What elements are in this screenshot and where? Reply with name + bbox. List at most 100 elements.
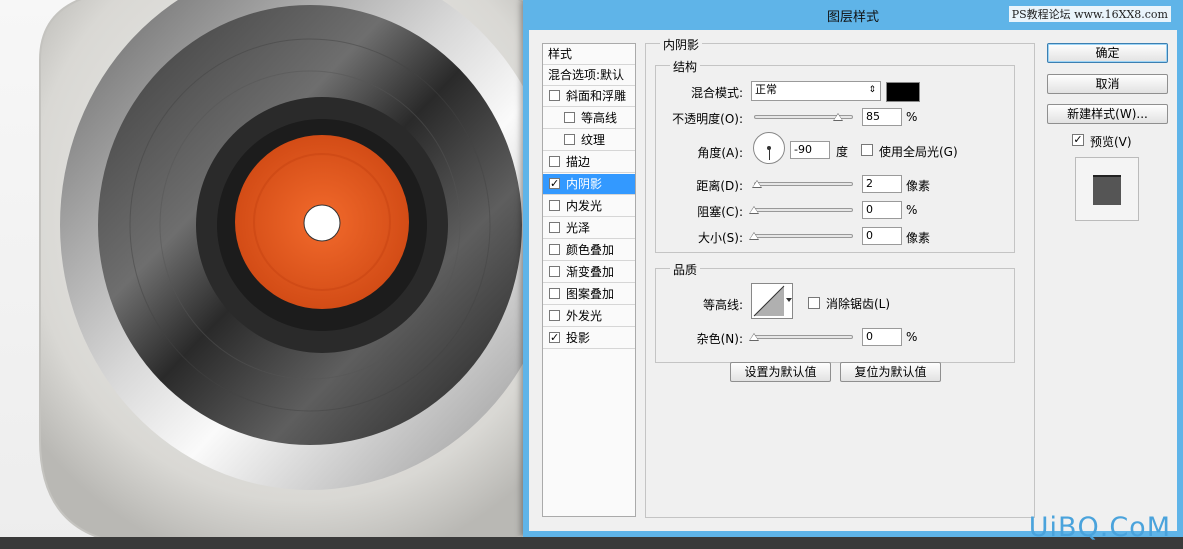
layer-style-dialog: 图层样式 PS教程论坛 www.16XX8.com 样式 混合选项:默认 斜面和… [523, 0, 1183, 537]
choke-slider-thumb[interactable] [749, 206, 759, 214]
shadow-color-swatch[interactable] [886, 82, 920, 102]
angle-label: 角度(A): [697, 146, 743, 160]
size-slider[interactable] [754, 234, 853, 238]
corner-watermark: UiBQ.CoM [1028, 512, 1171, 543]
style-item-checkbox[interactable] [549, 156, 560, 167]
style-item[interactable]: 等高线 [543, 108, 635, 129]
style-item[interactable]: ✓ 内阴影 [543, 174, 635, 195]
blend-mode-label: 混合模式: [690, 86, 743, 100]
style-item[interactable]: 图案叠加 [543, 284, 635, 305]
dialog-body: 样式 混合选项:默认 斜面和浮雕等高线纹理描边 ✓ 内阴影内发光光泽颜色叠加渐变叠加… [529, 30, 1177, 531]
checkmark-icon: ✓ [550, 177, 560, 190]
style-item[interactable]: 纹理 [543, 130, 635, 151]
contour-label: 等高线: [702, 298, 743, 312]
blend-mode-value: 正常 [755, 83, 777, 96]
style-preview-box [1075, 157, 1139, 221]
style-item-label: 等高线 [581, 111, 618, 125]
opacity-slider-thumb[interactable] [833, 113, 843, 121]
preview-checkbox[interactable]: ✓ [1072, 134, 1084, 146]
style-item-label: 投影 [566, 331, 591, 345]
style-item[interactable]: 斜面和浮雕 [543, 86, 635, 107]
style-item-label: 外发光 [566, 309, 603, 323]
style-item-checkbox[interactable]: ✓ [549, 178, 560, 189]
style-item-checkbox[interactable] [549, 266, 560, 277]
size-label: 大小(S): [697, 231, 743, 245]
angle-input[interactable]: -90 [790, 141, 830, 159]
vinyl-icon [39, 0, 530, 546]
choke-unit: % [906, 203, 918, 217]
structure-title: 结构 [670, 58, 701, 75]
style-item[interactable]: 渐变叠加 [543, 262, 635, 283]
style-item-label: 纹理 [581, 133, 606, 147]
preview-swatch [1093, 175, 1121, 205]
style-item-label: 内阴影 [566, 177, 603, 191]
checkmark-icon: ✓ [550, 331, 560, 344]
choke-input[interactable]: 0 [862, 201, 902, 219]
style-item[interactable]: ✓ 投影 [543, 328, 635, 349]
style-item-label: 图案叠加 [566, 287, 615, 301]
make-default-button[interactable]: 设置为默认值 [730, 362, 831, 382]
angle-unit: 度 [836, 145, 849, 159]
ok-button[interactable]: 确定 [1047, 43, 1168, 63]
style-item-checkbox[interactable] [549, 90, 560, 101]
style-item-label: 颜色叠加 [566, 243, 615, 257]
blend-mode-select[interactable]: 正常 ⇕ [751, 81, 881, 101]
size-slider-thumb[interactable] [749, 232, 759, 240]
style-item-label: 描边 [566, 155, 591, 169]
style-item-checkbox[interactable] [564, 134, 575, 145]
opacity-label: 不透明度(O): [672, 112, 743, 126]
style-item[interactable]: 描边 [543, 152, 635, 173]
cancel-button[interactable]: 取消 [1047, 74, 1168, 94]
size-input[interactable]: 0 [862, 227, 902, 245]
distance-slider-thumb[interactable] [752, 180, 762, 188]
inner-shadow-panel: 内阴影 结构 混合模式: 正常 ⇕ 不透明度(O): 85 % 角度(A): -… [645, 36, 1035, 518]
distance-label: 距离(D): [696, 179, 743, 193]
style-item-checkbox[interactable] [549, 288, 560, 299]
watermark-text: PS教程论坛 www.16XX8.com [1008, 6, 1171, 22]
dropdown-arrows-icon: ⇕ [868, 85, 876, 95]
global-light-label: 使用全局光(G) [879, 145, 958, 159]
style-item-label: 渐变叠加 [566, 265, 615, 279]
style-item-label: 光泽 [566, 221, 591, 235]
styles-header[interactable]: 样式 [543, 44, 635, 65]
style-item[interactable]: 光泽 [543, 218, 635, 239]
structure-group: 结构 混合模式: 正常 ⇕ 不透明度(O): 85 % 角度(A): -90 度… [655, 58, 1015, 253]
style-item-checkbox[interactable] [549, 200, 560, 211]
style-item[interactable]: 内发光 [543, 196, 635, 217]
choke-slider[interactable] [754, 208, 853, 212]
style-item-checkbox[interactable] [549, 244, 560, 255]
style-item[interactable]: 外发光 [543, 306, 635, 327]
anti-alias-label: 消除锯齿(L) [826, 297, 891, 311]
distance-unit: 像素 [906, 179, 931, 193]
blend-options-item[interactable]: 混合选项:默认 [543, 65, 635, 86]
anti-alias-checkbox[interactable] [808, 297, 820, 309]
noise-label: 杂色(N): [696, 332, 743, 346]
canvas-artwork [0, 0, 530, 549]
quality-group: 品质 等高线: 消除锯齿(L) 杂色(N): 0 % [655, 261, 1015, 363]
style-item-checkbox[interactable]: ✓ [549, 332, 560, 343]
reset-default-button[interactable]: 复位为默认值 [840, 362, 941, 382]
contour-picker[interactable] [751, 283, 793, 319]
distance-slider[interactable] [754, 182, 853, 186]
noise-slider-thumb[interactable] [749, 333, 759, 341]
global-light-checkbox[interactable] [861, 144, 873, 156]
style-item[interactable]: 颜色叠加 [543, 240, 635, 261]
angle-center [767, 146, 771, 150]
styles-list: 样式 混合选项:默认 斜面和浮雕等高线纹理描边 ✓ 内阴影内发光光泽颜色叠加渐变叠加… [542, 43, 636, 517]
style-item-checkbox[interactable] [549, 310, 560, 321]
angle-dial[interactable] [753, 132, 785, 164]
noise-slider[interactable] [754, 335, 853, 339]
style-item-checkbox[interactable] [549, 222, 560, 233]
style-item-checkbox[interactable] [564, 112, 575, 123]
preview-label: 预览(V) [1090, 135, 1132, 149]
noise-unit: % [906, 330, 918, 344]
opacity-input[interactable]: 85 [862, 108, 902, 126]
dialog-titlebar[interactable]: 图层样式 PS教程论坛 www.16XX8.com [523, 0, 1183, 28]
linear-contour-icon [753, 285, 792, 317]
quality-title: 品质 [670, 261, 701, 278]
distance-input[interactable]: 2 [862, 175, 902, 193]
size-unit: 像素 [906, 231, 931, 245]
new-style-button[interactable]: 新建样式(W)... [1047, 104, 1168, 124]
noise-input[interactable]: 0 [862, 328, 902, 346]
opacity-unit: % [906, 110, 918, 124]
